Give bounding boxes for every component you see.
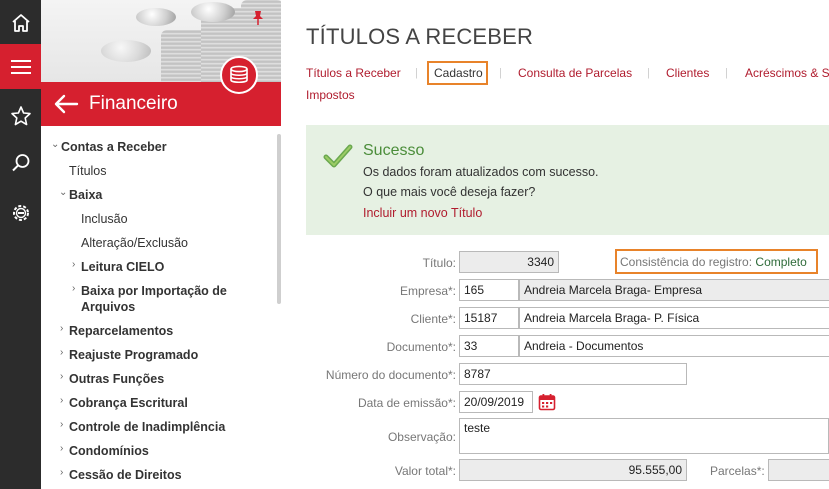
favorites-button[interactable] — [0, 93, 41, 138]
cliente-code-field[interactable]: 15187 — [459, 307, 519, 329]
calendar-icon[interactable] — [538, 393, 556, 411]
chevron-right-icon: › — [60, 395, 64, 406]
search-button[interactable] — [0, 140, 41, 185]
sidebar-item-controle-inadimplencia[interactable]: Controle de Inadimplência — [69, 419, 225, 435]
documento-label: Documento*: — [386, 340, 456, 354]
chevron-right-icon: › — [60, 323, 64, 334]
sidebar-item-reajuste-programado[interactable]: Reajuste Programado — [69, 347, 198, 363]
titulo-label: Título: — [422, 256, 456, 270]
home-icon — [11, 13, 30, 32]
consistency-label: Consistência do registro: — [620, 255, 753, 269]
settings-button[interactable] — [0, 190, 41, 235]
sidebar: Financeiro ⌄ Contas a Receber Títulos ⌄ … — [41, 0, 281, 489]
consistency-value: Completo — [755, 255, 807, 269]
alert-title: Sucesso — [363, 142, 425, 159]
sidebar-item-titulos[interactable]: Títulos — [69, 163, 107, 179]
cliente-name-field[interactable]: Andreia Marcela Braga- P. Física — [519, 307, 829, 329]
checkmark-icon — [323, 144, 353, 168]
titulo-field: 3340 — [459, 251, 559, 273]
tab-clientes[interactable]: Clientes — [666, 66, 709, 80]
page-title: TÍTULOS A RECEBER — [306, 24, 534, 49]
main-content: TÍTULOS A RECEBER Títulos a Receber | Ca… — [281, 0, 829, 489]
sidebar-item-leitura-cielo[interactable]: Leitura CIELO — [81, 259, 164, 275]
parcelas-label: Parcelas*: — [710, 464, 765, 478]
coins-icon — [230, 65, 248, 84]
alert-question: O que mais você deseja fazer? — [363, 185, 536, 199]
sidebar-item-alteracao-exclusao[interactable]: Alteração/Exclusão — [81, 235, 188, 251]
chevron-right-icon: › — [72, 283, 76, 294]
observacao-textarea[interactable]: teste — [459, 418, 829, 454]
chevron-down-icon: ⌄ — [59, 187, 68, 198]
left-rail — [0, 0, 41, 489]
chevron-right-icon: › — [60, 371, 64, 382]
sidebar-item-contas-a-receber[interactable]: Contas a Receber — [61, 139, 167, 155]
valor-total-field: 95.555,00 — [459, 459, 687, 481]
sidebar-item-outras-funcoes[interactable]: Outras Funções — [69, 371, 164, 387]
sidebar-item-baixa-importacao[interactable]: Baixa por Importação de — [81, 283, 227, 299]
sidebar-item-baixa[interactable]: Baixa — [69, 187, 102, 203]
data-emissao-label: Data de emissão*: — [357, 396, 456, 410]
coins-badge — [220, 56, 258, 94]
pin-icon[interactable] — [251, 10, 265, 26]
sidebar-item-condominios[interactable]: Condomínios — [69, 443, 149, 459]
tab-separator: | — [499, 67, 502, 79]
observacao-label: Observação: — [387, 430, 456, 444]
sidebar-title: Financeiro — [89, 93, 178, 114]
alert-message: Os dados foram atualizados com sucesso. — [363, 165, 599, 179]
sidebar-item-cobranca-escritural[interactable]: Cobrança Escritural — [69, 395, 188, 411]
settings-icon — [12, 204, 29, 221]
tab-cadastro[interactable]: Cadastro — [434, 66, 483, 80]
tab-consulta-de-parcelas[interactable]: Consulta de Parcelas — [518, 66, 632, 80]
chevron-down-icon: ⌄ — [51, 139, 60, 150]
chevron-right-icon: › — [60, 419, 64, 430]
tab-separator: | — [647, 67, 650, 79]
sidebar-item-cessao-direitos[interactable]: Cessão de Direitos — [69, 467, 182, 483]
tab-titulos-a-receber[interactable]: Títulos a Receber — [306, 66, 401, 80]
tab-impostos[interactable]: Impostos — [306, 88, 355, 102]
home-button[interactable] — [0, 0, 41, 45]
hamburger-icon — [10, 59, 31, 74]
tab-separator: | — [725, 67, 728, 79]
menu-button[interactable] — [0, 44, 41, 89]
back-arrow-icon[interactable] — [53, 94, 79, 114]
chevron-right-icon: › — [60, 443, 64, 454]
empresa-label: Empresa*: — [399, 284, 456, 298]
sidebar-item-reparcelamentos[interactable]: Reparcelamentos — [69, 323, 173, 339]
tab-separator: | — [415, 67, 418, 79]
data-emissao-field[interactable]: 20/09/2019 — [459, 391, 533, 413]
parcelas-field[interactable] — [768, 459, 829, 481]
numero-documento-label: Número do documento*: — [325, 368, 456, 382]
empresa-name-field: Andreia Marcela Braga- Empresa — [519, 279, 829, 301]
documento-name-field[interactable]: Andreia - Documentos — [519, 335, 829, 357]
new-title-link[interactable]: Incluir um novo Título — [363, 206, 482, 220]
cliente-label: Cliente*: — [410, 312, 456, 326]
search-icon — [11, 153, 29, 171]
sidebar-item-baixa-importacao-cont[interactable]: Arquivos — [81, 299, 135, 315]
tab-acrescimos[interactable]: Acréscimos & S — [745, 66, 829, 80]
consistency-status: Consistência do registro: Completo — [620, 255, 807, 269]
chevron-right-icon: › — [72, 259, 76, 270]
numero-documento-field[interactable]: 8787 — [459, 363, 687, 385]
valor-total-label: Valor total*: — [394, 464, 456, 478]
documento-code-field[interactable]: 33 — [459, 335, 519, 357]
success-alert: Sucesso Os dados foram atualizados com s… — [306, 125, 829, 235]
star-icon — [10, 105, 31, 125]
sidebar-item-inclusao[interactable]: Inclusão — [81, 211, 128, 227]
chevron-right-icon: › — [60, 467, 64, 478]
empresa-code-field[interactable]: 165 — [459, 279, 519, 301]
chevron-right-icon: › — [60, 347, 64, 358]
